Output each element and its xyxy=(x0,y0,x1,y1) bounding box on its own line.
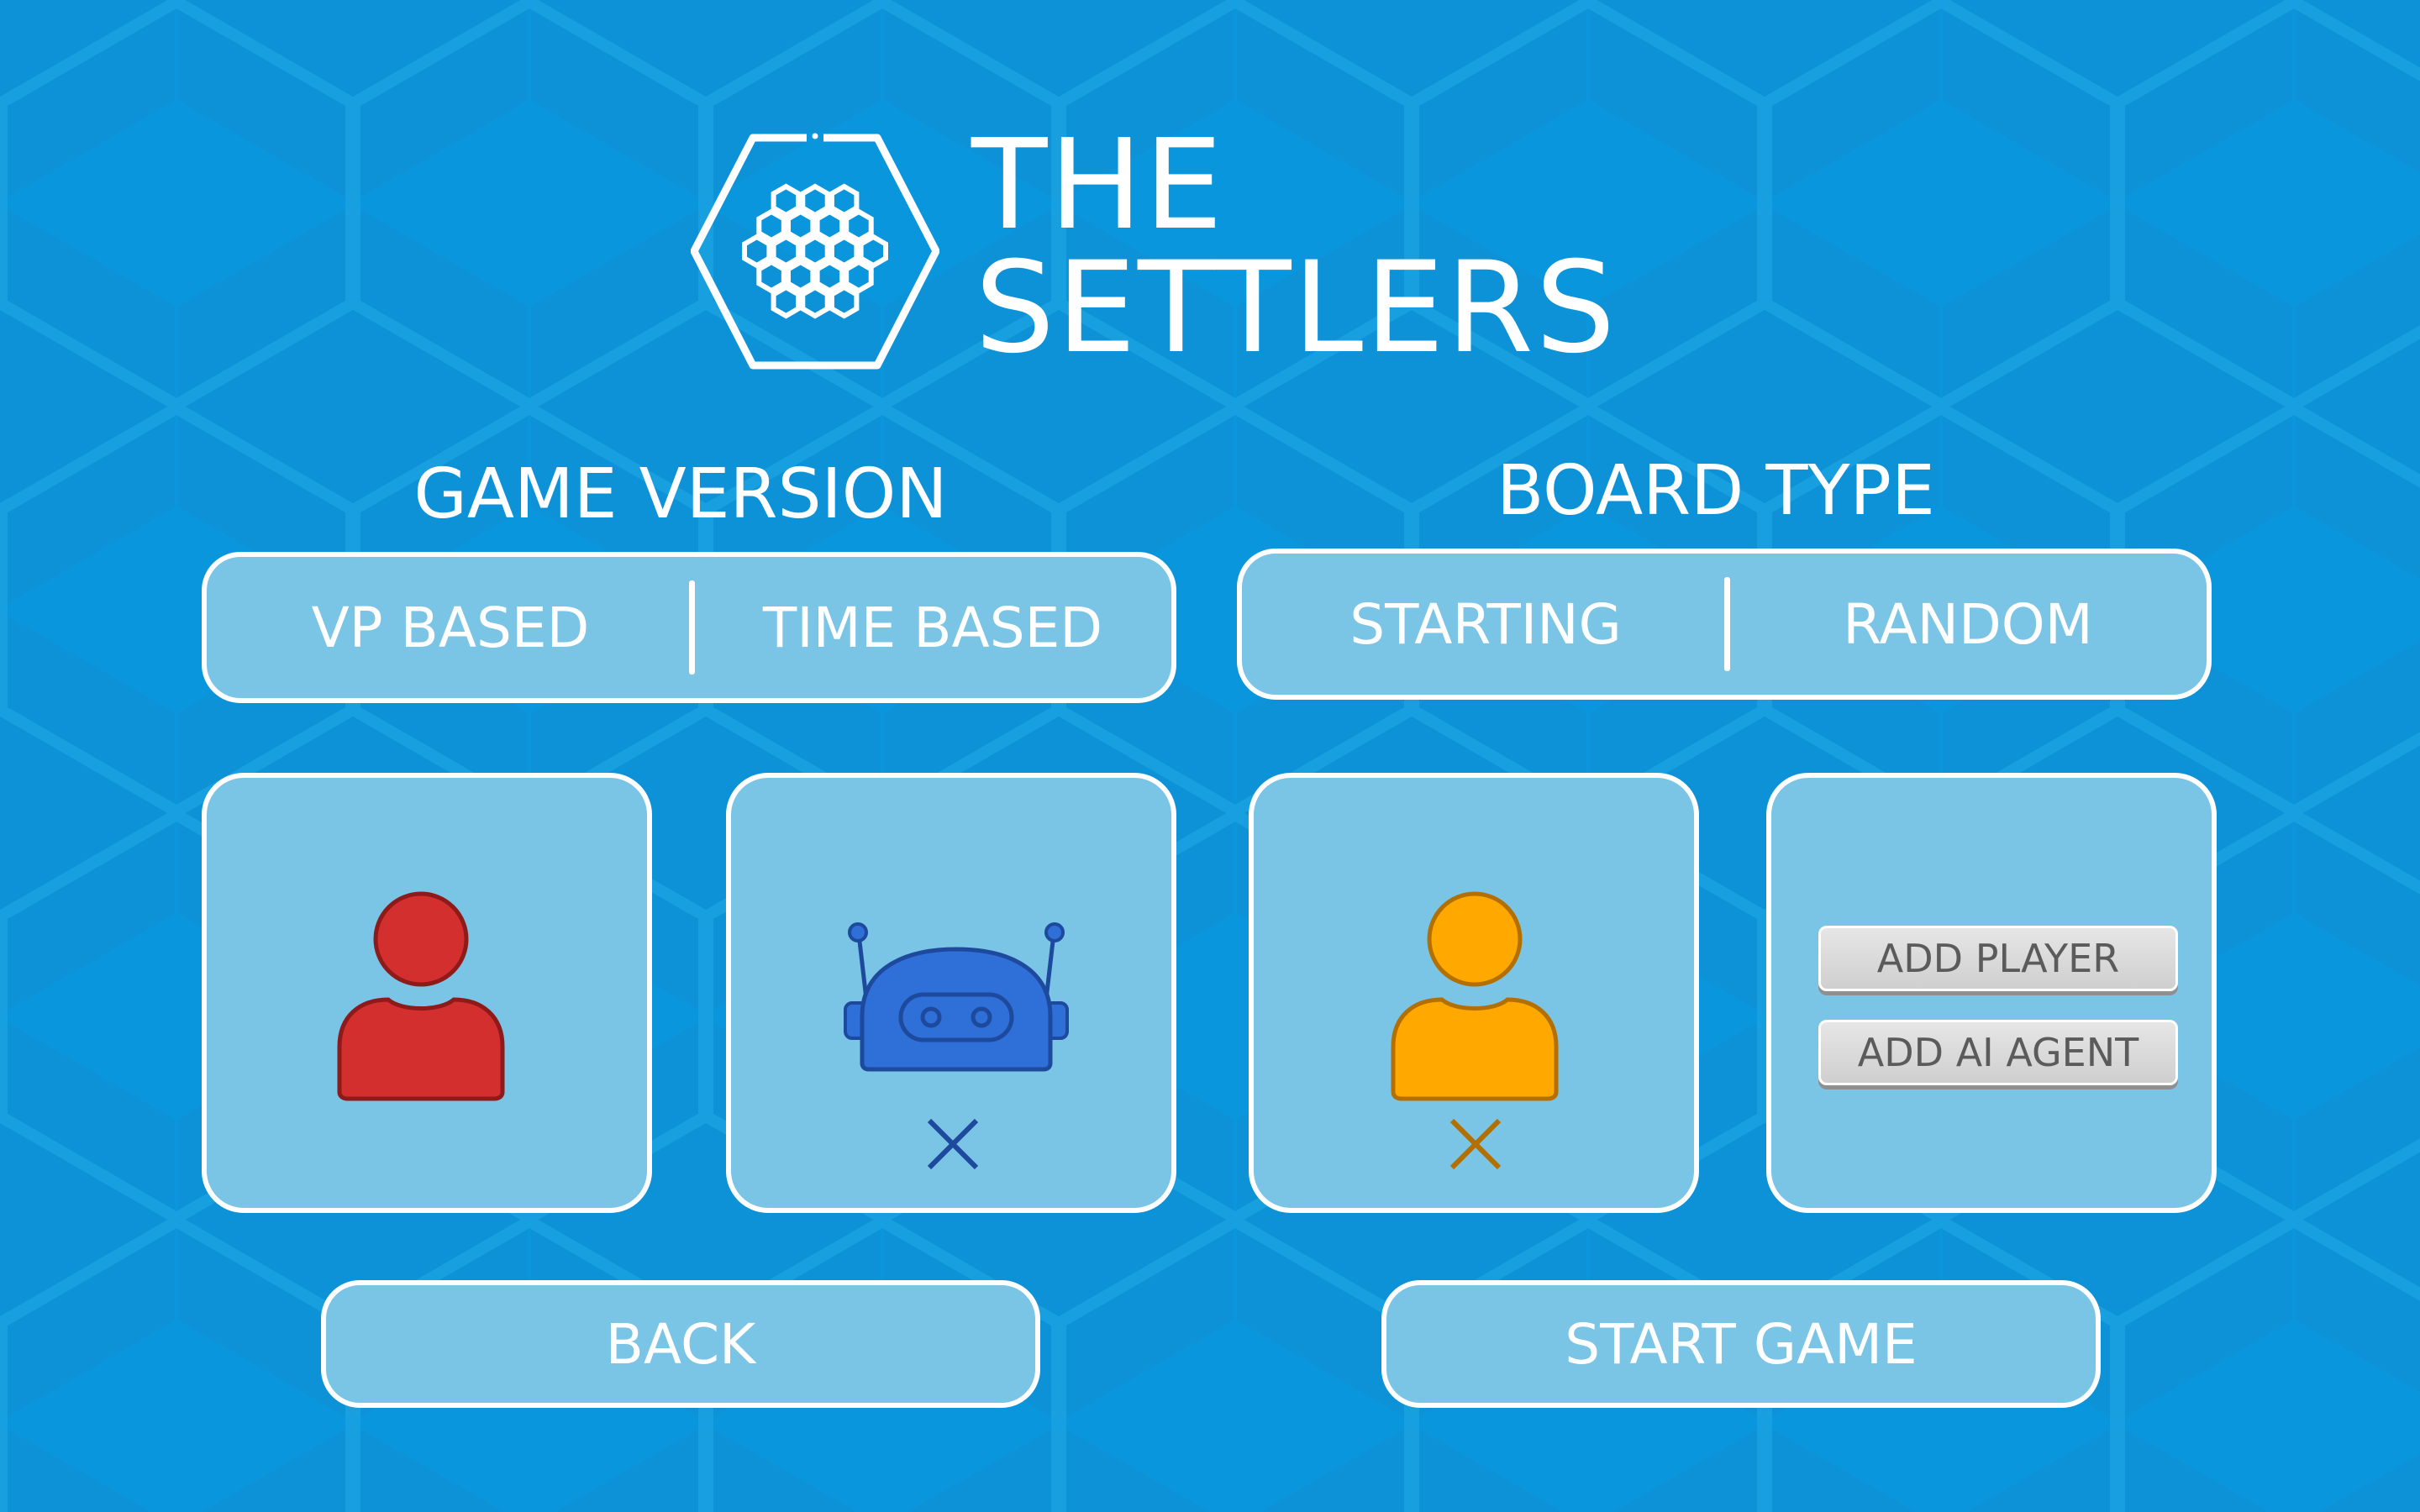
honeycomb-cell xyxy=(829,284,860,319)
honeycomb-cell xyxy=(814,259,844,294)
game-version-toggle: VP BASED TIME BASED xyxy=(202,552,1176,703)
logo-title-line-2: SETTLERS xyxy=(975,235,1618,381)
starting-board-option[interactable]: STARTING xyxy=(1242,554,1729,695)
game-version-title: GAME VERSION xyxy=(413,454,948,534)
time-based-option[interactable]: TIME BASED xyxy=(694,557,1171,698)
honeycomb-cell xyxy=(742,234,772,269)
honeycomb-cell xyxy=(786,259,816,294)
honeycomb-cell xyxy=(756,259,786,294)
honeycomb-cell xyxy=(800,183,830,218)
honeycomb-cell xyxy=(829,234,860,269)
honeycomb-cell xyxy=(829,183,860,218)
person-icon xyxy=(1391,891,1559,1101)
honeycomb-cell xyxy=(786,208,816,244)
honeycomb-cell xyxy=(771,234,802,269)
honeycomb-cell xyxy=(771,183,802,218)
board-type-toggle: STARTING RANDOM xyxy=(1237,549,2212,700)
add-ai-agent-button[interactable]: ADD AI AGENT xyxy=(1818,1020,2178,1085)
back-button[interactable]: BACK xyxy=(321,1280,1040,1408)
player-slot-3 xyxy=(1249,773,1699,1213)
honeycomb-cell xyxy=(800,234,830,269)
logo-title-line-1: THE xyxy=(971,113,1225,257)
honeycomb-cell xyxy=(771,284,802,319)
player-slot-1 xyxy=(202,773,652,1213)
honeycomb-cell xyxy=(814,208,844,244)
remove-player-icon[interactable] xyxy=(1449,1117,1502,1171)
player-slot-2 xyxy=(726,773,1176,1213)
person-icon xyxy=(337,891,505,1101)
robot-icon xyxy=(844,922,1069,1072)
start-game-button[interactable]: START GAME xyxy=(1381,1280,2101,1408)
honeycomb-cell xyxy=(756,208,786,244)
vp-based-option[interactable]: VP BASED xyxy=(207,557,694,698)
board-type-title: BOARD TYPE xyxy=(1497,451,1935,531)
honeycomb-cell xyxy=(844,259,874,294)
player-slot-4: ADD PLAYER ADD AI AGENT xyxy=(1766,773,2217,1213)
honeycomb-cell xyxy=(800,284,830,319)
hexagon-honeycomb-icon xyxy=(691,133,939,370)
add-player-button[interactable]: ADD PLAYER xyxy=(1818,926,2178,991)
honeycomb-cell xyxy=(858,234,888,269)
honeycomb-cell xyxy=(844,208,874,244)
remove-player-icon[interactable] xyxy=(926,1117,980,1171)
random-board-option[interactable]: RANDOM xyxy=(1729,554,2207,695)
